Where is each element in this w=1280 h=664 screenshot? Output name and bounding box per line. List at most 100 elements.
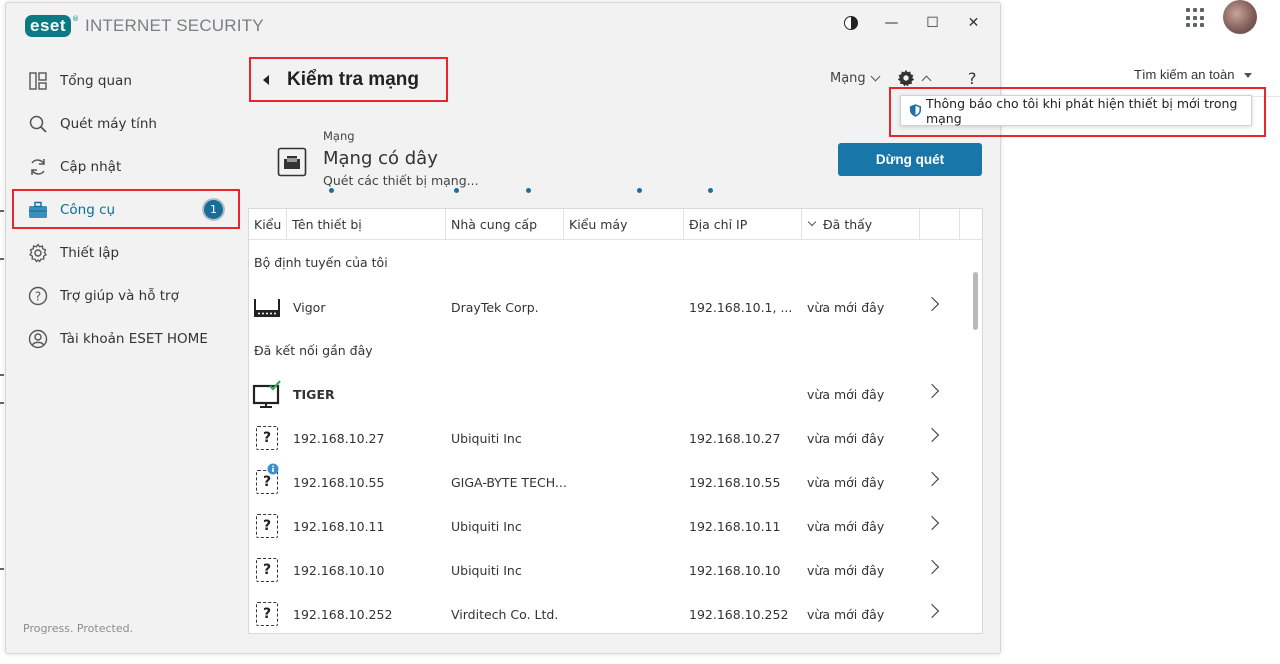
sidebar-item-label: Thiết lập: [60, 244, 120, 261]
scan-status: Quét các thiết bị mạng...: [323, 173, 479, 188]
chevron-right-icon[interactable]: [924, 559, 940, 575]
group-label-router: Bộ định tuyến của tôi: [254, 255, 388, 270]
ethernet-port-icon: [277, 147, 307, 177]
contrast-toggle-button[interactable]: [830, 9, 871, 37]
help-icon: ?: [28, 286, 48, 306]
network-name: Mạng có dây: [323, 148, 438, 169]
page-title-box: Kiểm tra mạng: [249, 57, 448, 102]
sidebar-item-account[interactable]: Tài khoản ESET HOME: [6, 317, 246, 360]
help-button[interactable]: ?: [968, 69, 977, 88]
device-last-seen: vừa mới đây: [807, 518, 885, 534]
table-row[interactable]: ? 192.168.10.55 GIGA-BYTE TECH... 192.16…: [249, 460, 967, 504]
device-name: 192.168.10.55: [293, 474, 385, 490]
sidebar-item-label: Trợ giúp và hỗ trợ: [60, 287, 179, 304]
chevron-right-icon[interactable]: [924, 603, 940, 619]
device-last-seen: vừa mới đây: [807, 386, 885, 402]
table-row[interactable]: ? 192.168.10.10 Ubiquiti Inc 192.168.10.…: [249, 548, 967, 592]
table-row[interactable]: ? 192.168.10.252 Virditech Co. Ltd. 192.…: [249, 592, 967, 633]
tools-highlight-box: [12, 189, 240, 229]
chevron-right-icon[interactable]: [924, 427, 940, 443]
svg-text:?: ?: [35, 289, 41, 303]
device-ip: 192.168.10.252: [689, 606, 789, 622]
screen: Tìm kiếm an toàn eset ® INTERNET SECURIT…: [0, 0, 1280, 664]
close-button[interactable]: ✕: [953, 9, 994, 37]
chevron-down-icon: [870, 71, 881, 82]
chevron-right-icon[interactable]: [924, 296, 940, 312]
network-dropdown[interactable]: Mạng: [830, 71, 881, 86]
device-vendor: Ubiquiti Inc: [451, 518, 522, 534]
maximize-button[interactable]: ☐: [912, 9, 953, 37]
device-name: 192.168.10.27: [293, 430, 385, 446]
notify-new-device-menu-item[interactable]: Thông báo cho tôi khi phát hiện thiết bị…: [900, 95, 1252, 126]
eset-logo: eset ® INTERNET SECURITY: [25, 15, 264, 37]
eset-logo-badge: eset: [25, 15, 72, 37]
column-header-ip[interactable]: Địa chỉ IP: [684, 209, 802, 239]
device-ip: 192.168.10.11: [689, 518, 781, 534]
minimize-button[interactable]: —: [871, 9, 912, 37]
table-row[interactable]: TIGER vừa mới đây: [249, 372, 967, 416]
device-vendor: Ubiquiti Inc: [451, 430, 522, 446]
device-last-seen: vừa mới đây: [807, 562, 885, 578]
scrollbar-thumb[interactable]: [973, 272, 978, 330]
network-label: Mạng: [323, 129, 355, 143]
refresh-icon: [28, 157, 48, 177]
account-icon: [28, 329, 48, 349]
sidebar-item-label: Quét máy tính: [60, 115, 157, 132]
sidebar-item-label: Cập nhật: [60, 158, 122, 175]
device-ip: 192.168.10.1, ...: [689, 299, 793, 315]
sort-desc-icon: [807, 217, 817, 227]
avatar[interactable]: [1223, 0, 1257, 34]
device-vendor: DrayTek Corp.: [451, 299, 539, 315]
eset-window: eset ® INTERNET SECURITY — ☐ ✕ Tổng quan: [5, 2, 1001, 654]
sidebar-item-update[interactable]: Cập nhật: [6, 145, 246, 188]
column-header-device-name[interactable]: Tên thiết bị: [287, 209, 446, 239]
gear-icon: [28, 242, 48, 263]
sidebar-item-label: Tổng quan: [60, 72, 132, 89]
sidebar-item-help[interactable]: ? Trợ giúp và hỗ trợ: [6, 274, 246, 317]
chevron-right-icon[interactable]: [924, 515, 940, 531]
unknown-device-info-icon: ?: [252, 463, 282, 498]
table-row[interactable]: Vigor DrayTek Corp. 192.168.10.1, ... vừ…: [249, 285, 967, 329]
settings-menu-button[interactable]: [897, 69, 932, 87]
column-header-last-seen[interactable]: Đã thấy: [802, 209, 920, 239]
column-header-model[interactable]: Kiểu máy: [564, 209, 684, 239]
device-vendor: GIGA-BYTE TECH...: [451, 474, 567, 490]
stop-scan-button[interactable]: Dừng quét: [838, 143, 982, 176]
product-name: INTERNET SECURITY: [85, 16, 264, 35]
router-icon: [252, 293, 282, 323]
device-vendor: Ubiquiti Inc: [451, 562, 522, 578]
table-row[interactable]: ? 192.168.10.11 Ubiquiti Inc 192.168.10.…: [249, 504, 967, 548]
scrollbar[interactable]: [967, 240, 982, 633]
window-controls: — ☐ ✕: [830, 9, 994, 37]
sidebar-item-label: Tài khoản ESET HOME: [60, 330, 208, 347]
shield-icon: [909, 104, 922, 117]
device-name: 192.168.10.252: [293, 606, 393, 622]
overview-icon: [28, 71, 48, 91]
safe-search-dropdown[interactable]: Tìm kiếm an toàn: [1134, 67, 1253, 82]
back-arrow-icon[interactable]: [263, 74, 269, 85]
device-ip: 192.168.10.10: [689, 562, 781, 578]
chevron-right-icon[interactable]: [924, 383, 940, 399]
device-name: Vigor: [293, 299, 326, 315]
column-header-actions: [920, 209, 960, 239]
sidebar-item-overview[interactable]: Tổng quan: [6, 59, 246, 102]
background-page-edge: [0, 0, 4, 664]
device-last-seen: vừa mới đây: [807, 474, 885, 490]
apps-grid-icon[interactable]: [1186, 8, 1206, 28]
sidebar-item-settings[interactable]: Thiết lập: [6, 231, 246, 274]
device-ip: 192.168.10.55: [689, 474, 781, 490]
unknown-device-icon: ?: [252, 556, 282, 586]
column-header-vendor[interactable]: Nhà cung cấp: [446, 209, 564, 239]
device-table: Kiểu Tên thiết bị Nhà cung cấp Kiểu máy …: [248, 208, 983, 634]
scan-progress-dots: [6, 188, 1006, 194]
device-name: TIGER: [293, 386, 335, 402]
table-row[interactable]: ? 192.168.10.27 Ubiquiti Inc 192.168.10.…: [249, 416, 967, 460]
sidebar-item-scan[interactable]: Quét máy tính: [6, 102, 246, 145]
column-header-label: Đã thấy: [823, 216, 873, 232]
device-last-seen: vừa mới đây: [807, 430, 885, 446]
column-header-type[interactable]: Kiểu: [249, 209, 287, 239]
unknown-device-icon: ?: [252, 424, 282, 454]
chevron-up-icon: [921, 75, 932, 85]
chevron-right-icon[interactable]: [924, 471, 940, 487]
search-icon: [28, 114, 48, 134]
